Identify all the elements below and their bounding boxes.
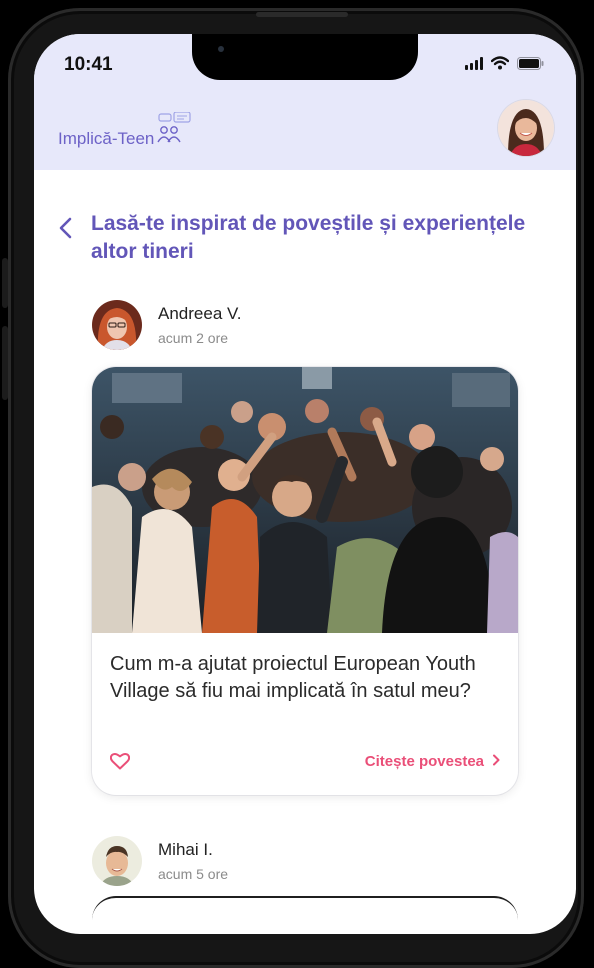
post-author[interactable]: Mihai I. acum 5 ore bbox=[92, 836, 228, 886]
author-name: Andreea V. bbox=[158, 304, 242, 323]
phone-side-button bbox=[2, 326, 8, 400]
camera-lens bbox=[218, 46, 224, 52]
user-avatar[interactable] bbox=[498, 100, 554, 156]
heart-icon bbox=[109, 752, 131, 774]
story-photo bbox=[92, 367, 518, 633]
phone-side-button bbox=[2, 258, 8, 308]
camera-notch bbox=[192, 34, 418, 80]
post-time: acum 5 ore bbox=[158, 866, 229, 882]
story-card[interactable]: Cum m-a ajutat proiectul European Youth … bbox=[92, 367, 518, 795]
page-title: Lasă-te inspirat de poveștile și experie… bbox=[91, 212, 526, 263]
story-card[interactable] bbox=[92, 896, 518, 934]
speaker-grille bbox=[256, 12, 348, 17]
author-avatar bbox=[92, 300, 142, 350]
people-chat-icon bbox=[156, 111, 192, 151]
app-logo[interactable]: Implică-Teen bbox=[58, 111, 192, 151]
author-avatar bbox=[92, 836, 142, 886]
back-button[interactable] bbox=[56, 216, 76, 240]
status-time: 10:41 bbox=[64, 54, 113, 75]
like-button[interactable] bbox=[109, 752, 131, 775]
status-icons bbox=[465, 56, 544, 70]
chevron-left-icon bbox=[56, 217, 76, 244]
read-story-link[interactable]: Citește povestea bbox=[365, 753, 500, 770]
author-name: Mihai I. bbox=[158, 840, 213, 859]
post-time: acum 2 ore bbox=[158, 330, 229, 346]
signal-icon bbox=[465, 57, 483, 70]
story-title: Cum m-a ajutat proiectul European Youth … bbox=[110, 653, 476, 702]
app-screen: 10:41 Implică-Teen Lasă-te inspirat de p… bbox=[34, 34, 576, 934]
battery-icon bbox=[517, 57, 544, 70]
wifi-icon bbox=[491, 56, 509, 70]
app-logo-text: Implică-Teen bbox=[58, 128, 155, 148]
chevron-right-icon bbox=[492, 753, 500, 770]
read-story-label: Citește povestea bbox=[364, 753, 484, 770]
post-author[interactable]: Andreea V. acum 2 ore bbox=[92, 300, 242, 350]
